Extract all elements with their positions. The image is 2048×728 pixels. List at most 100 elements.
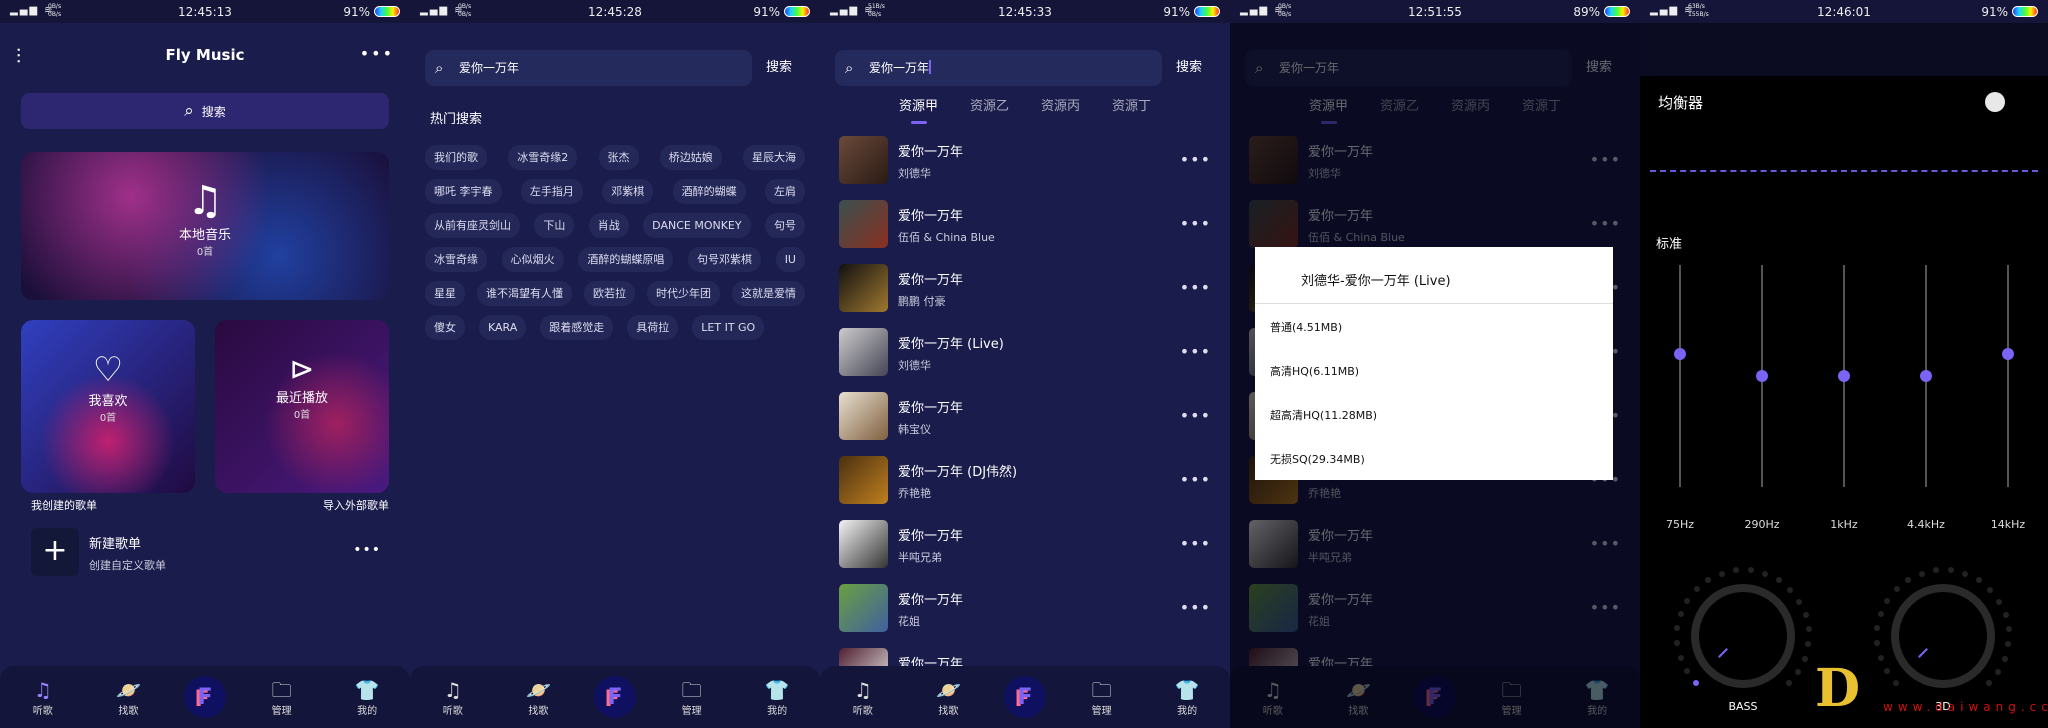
quality-option[interactable]: 超高清HQ(11.28MB) [1270, 407, 1377, 423]
knob-level-dot [1802, 611, 1809, 618]
nav-item-3[interactable]: 🗀 管理 [1072, 678, 1132, 717]
new-playlist-item[interactable]: + 新建歌单 创建自定义歌单 ••• [31, 528, 381, 576]
import-playlists-link[interactable]: 导入外部歌单 [323, 497, 389, 513]
liked-card[interactable]: ♡ 我喜欢 0首 [21, 320, 195, 493]
hot-search-tag[interactable]: 星辰大海 [743, 145, 805, 170]
more-icon[interactable]: ••• [1180, 150, 1211, 169]
song-artist: 半吨兄弟 [898, 551, 942, 564]
hot-search-tag[interactable]: 这就是爱情 [732, 281, 805, 306]
slider-thumb[interactable] [1756, 370, 1768, 382]
hot-search-tag[interactable]: 句号 [764, 213, 805, 238]
screen-home: ▂▄▆ ≋ 0B/s 0B/s 12:45:13 91% ⫶ Fly Music … [0, 0, 410, 728]
slider-thumb[interactable] [1674, 347, 1686, 360]
more-icon[interactable]: ••• [1180, 342, 1211, 361]
hot-search-tag[interactable]: 冰雪奇缘2 [508, 145, 578, 170]
search-button[interactable]: 搜索 [766, 50, 792, 86]
nav-item-4[interactable]: 👕 我的 [1157, 678, 1217, 717]
hot-search-tag[interactable]: 心似烟火 [501, 247, 564, 272]
more-icon[interactable]: ••• [1180, 406, 1211, 425]
quality-option[interactable]: 高清HQ(6.11MB) [1270, 363, 1359, 379]
music-note-icon: ♫ [33, 677, 52, 702]
hot-search-tag[interactable]: 跟着感觉走 [540, 315, 614, 340]
more-icon[interactable]: ••• [1180, 278, 1211, 297]
nav-item-1[interactable]: 🪐 找歌 [918, 678, 978, 717]
tab-source-0[interactable]: 资源甲 [899, 95, 938, 124]
hot-search-tag[interactable]: 星星 [425, 281, 465, 306]
search-button[interactable]: 搜索 [1176, 50, 1202, 86]
hot-search-tag[interactable]: 肖战 [588, 213, 629, 238]
song-item[interactable]: 爱你一万年刘德华 ••• [839, 136, 1211, 184]
hot-search-tag[interactable]: 桥边姑娘 [659, 145, 722, 170]
equalizer-toggle[interactable] [1985, 92, 2005, 112]
more-icon[interactable]: ••• [360, 44, 394, 63]
slider-thumb[interactable] [1920, 370, 1932, 382]
hot-search-tag[interactable]: 从前有座灵剑山 [425, 213, 520, 238]
nav-item-3[interactable]: 🗀 管理 [662, 678, 722, 717]
song-item[interactable]: 爱你一万年 (Live) 刘德华 ••• [839, 328, 1211, 376]
hot-search-tag[interactable]: 谁不渴望有人懂 [477, 281, 572, 306]
hot-search-tag[interactable]: 我们的歌 [425, 145, 487, 170]
song-artist: 伍佰 & China Blue [898, 231, 995, 244]
hot-search-tag[interactable]: 欧若拉 [584, 281, 635, 306]
hot-search-tag[interactable]: 具荷拉 [627, 315, 679, 340]
hot-search-tag[interactable]: 左手指月 [520, 179, 583, 204]
song-item[interactable]: 爱你一万年半吨兄弟 ••• [839, 520, 1211, 568]
app-logo-icon[interactable]: F [1003, 676, 1046, 718]
hot-search-tag[interactable]: 句号邓紫棋 [688, 247, 762, 272]
quality-option[interactable]: 普通(4.51MB) [1270, 319, 1342, 335]
song-item[interactable]: 爱你一万年花姐 ••• [839, 584, 1211, 632]
hot-search-tag[interactable]: 邓紫棋 [602, 179, 654, 204]
hot-tag-row: 从前有座灵剑山 下山 肖战 DANCE MONKEY 句号 [425, 213, 805, 238]
song-item[interactable]: 爱你一万年伍佰 & China Blue ••• [839, 200, 1211, 248]
nav-item-0[interactable]: ♫ 听歌 [833, 678, 893, 717]
more-icon[interactable]: ••• [353, 542, 381, 558]
hot-search-tag[interactable]: DANCE MONKEY [643, 213, 751, 238]
nav-item-1[interactable]: 🪐 找歌 [508, 678, 568, 717]
song-item[interactable]: 爱你一万年 鹏鹏 付豪 ••• [839, 264, 1211, 312]
hot-search-tag[interactable]: 酒醉的蝴蝶原唱 [578, 247, 674, 272]
nav-item-0[interactable]: ♫ 听歌 [423, 678, 483, 717]
hot-search-tag[interactable]: LET IT GO [692, 315, 765, 340]
knob-dial[interactable] [1891, 584, 1995, 688]
card-count: 0首 [99, 413, 117, 424]
nav-label: 听歌 [852, 705, 873, 717]
hot-search-tag[interactable]: 酒醉的蝴蝶 [672, 179, 746, 204]
hot-search-tag[interactable]: 时代少年团 [647, 281, 720, 306]
more-icon[interactable]: ••• [1180, 598, 1211, 617]
tab-source-2[interactable]: 资源丙 [1041, 95, 1080, 124]
slider-thumb[interactable] [1838, 370, 1850, 382]
hot-search-tag[interactable]: 冰雪奇缘 [425, 247, 487, 272]
hot-search-tag[interactable]: KARA [479, 315, 527, 340]
quality-option[interactable]: 无损SQ(29.34MB) [1270, 451, 1365, 467]
nav-item-3[interactable]: 🗀 管理 [252, 678, 312, 717]
search-input[interactable]: ⌕ 爱你一万年 [425, 50, 752, 86]
app-logo-icon[interactable]: F [593, 676, 636, 718]
local-music-card[interactable]: ♫ 本地音乐 0首 [21, 152, 389, 300]
recent-card[interactable]: ⊳ 最近播放 0首 [215, 320, 389, 493]
tab-source-1[interactable]: 资源乙 [970, 95, 1009, 124]
tab-source-3[interactable]: 资源丁 [1112, 95, 1151, 124]
nav-item-4[interactable]: 👕 我的 [337, 678, 397, 717]
song-item[interactable]: 爱你一万年 韩宝仪 ••• [839, 392, 1211, 440]
hot-search-tag[interactable]: IU [775, 247, 805, 272]
nav-item-1[interactable]: 🪐 找歌 [98, 678, 158, 717]
nav-item-0[interactable]: ♫ 听歌 [13, 678, 73, 717]
battery-level: 91% [1981, 5, 2008, 19]
knob-dial[interactable] [1691, 584, 1795, 688]
hot-search-tag[interactable]: 傻女 [425, 315, 465, 340]
more-icon[interactable]: ••• [1180, 214, 1211, 233]
more-icon[interactable]: ••• [1180, 470, 1211, 489]
hot-search-tag[interactable]: 左肩 [765, 179, 805, 204]
eq-preset-label[interactable]: 标准 [1656, 233, 1682, 252]
hot-search-tag[interactable]: 下山 [534, 213, 575, 238]
search-bar[interactable]: ⌕ 搜索 [21, 93, 389, 129]
app-logo-icon[interactable]: F [183, 676, 226, 718]
nav-item-4[interactable]: 👕 我的 [747, 678, 807, 717]
more-icon[interactable]: ••• [1180, 534, 1211, 553]
hot-search-tag[interactable]: 哪吒 李宇春 [425, 179, 502, 204]
hot-search-tag[interactable]: 张杰 [598, 145, 639, 170]
search-input[interactable]: ⌕ 爱你一万年 [835, 50, 1162, 86]
slider-thumb[interactable] [2002, 347, 2014, 360]
battery: 91% [1163, 5, 1220, 19]
song-item[interactable]: 爱你一万年 (DJ伟然) 乔艳艳 ••• [839, 456, 1211, 504]
